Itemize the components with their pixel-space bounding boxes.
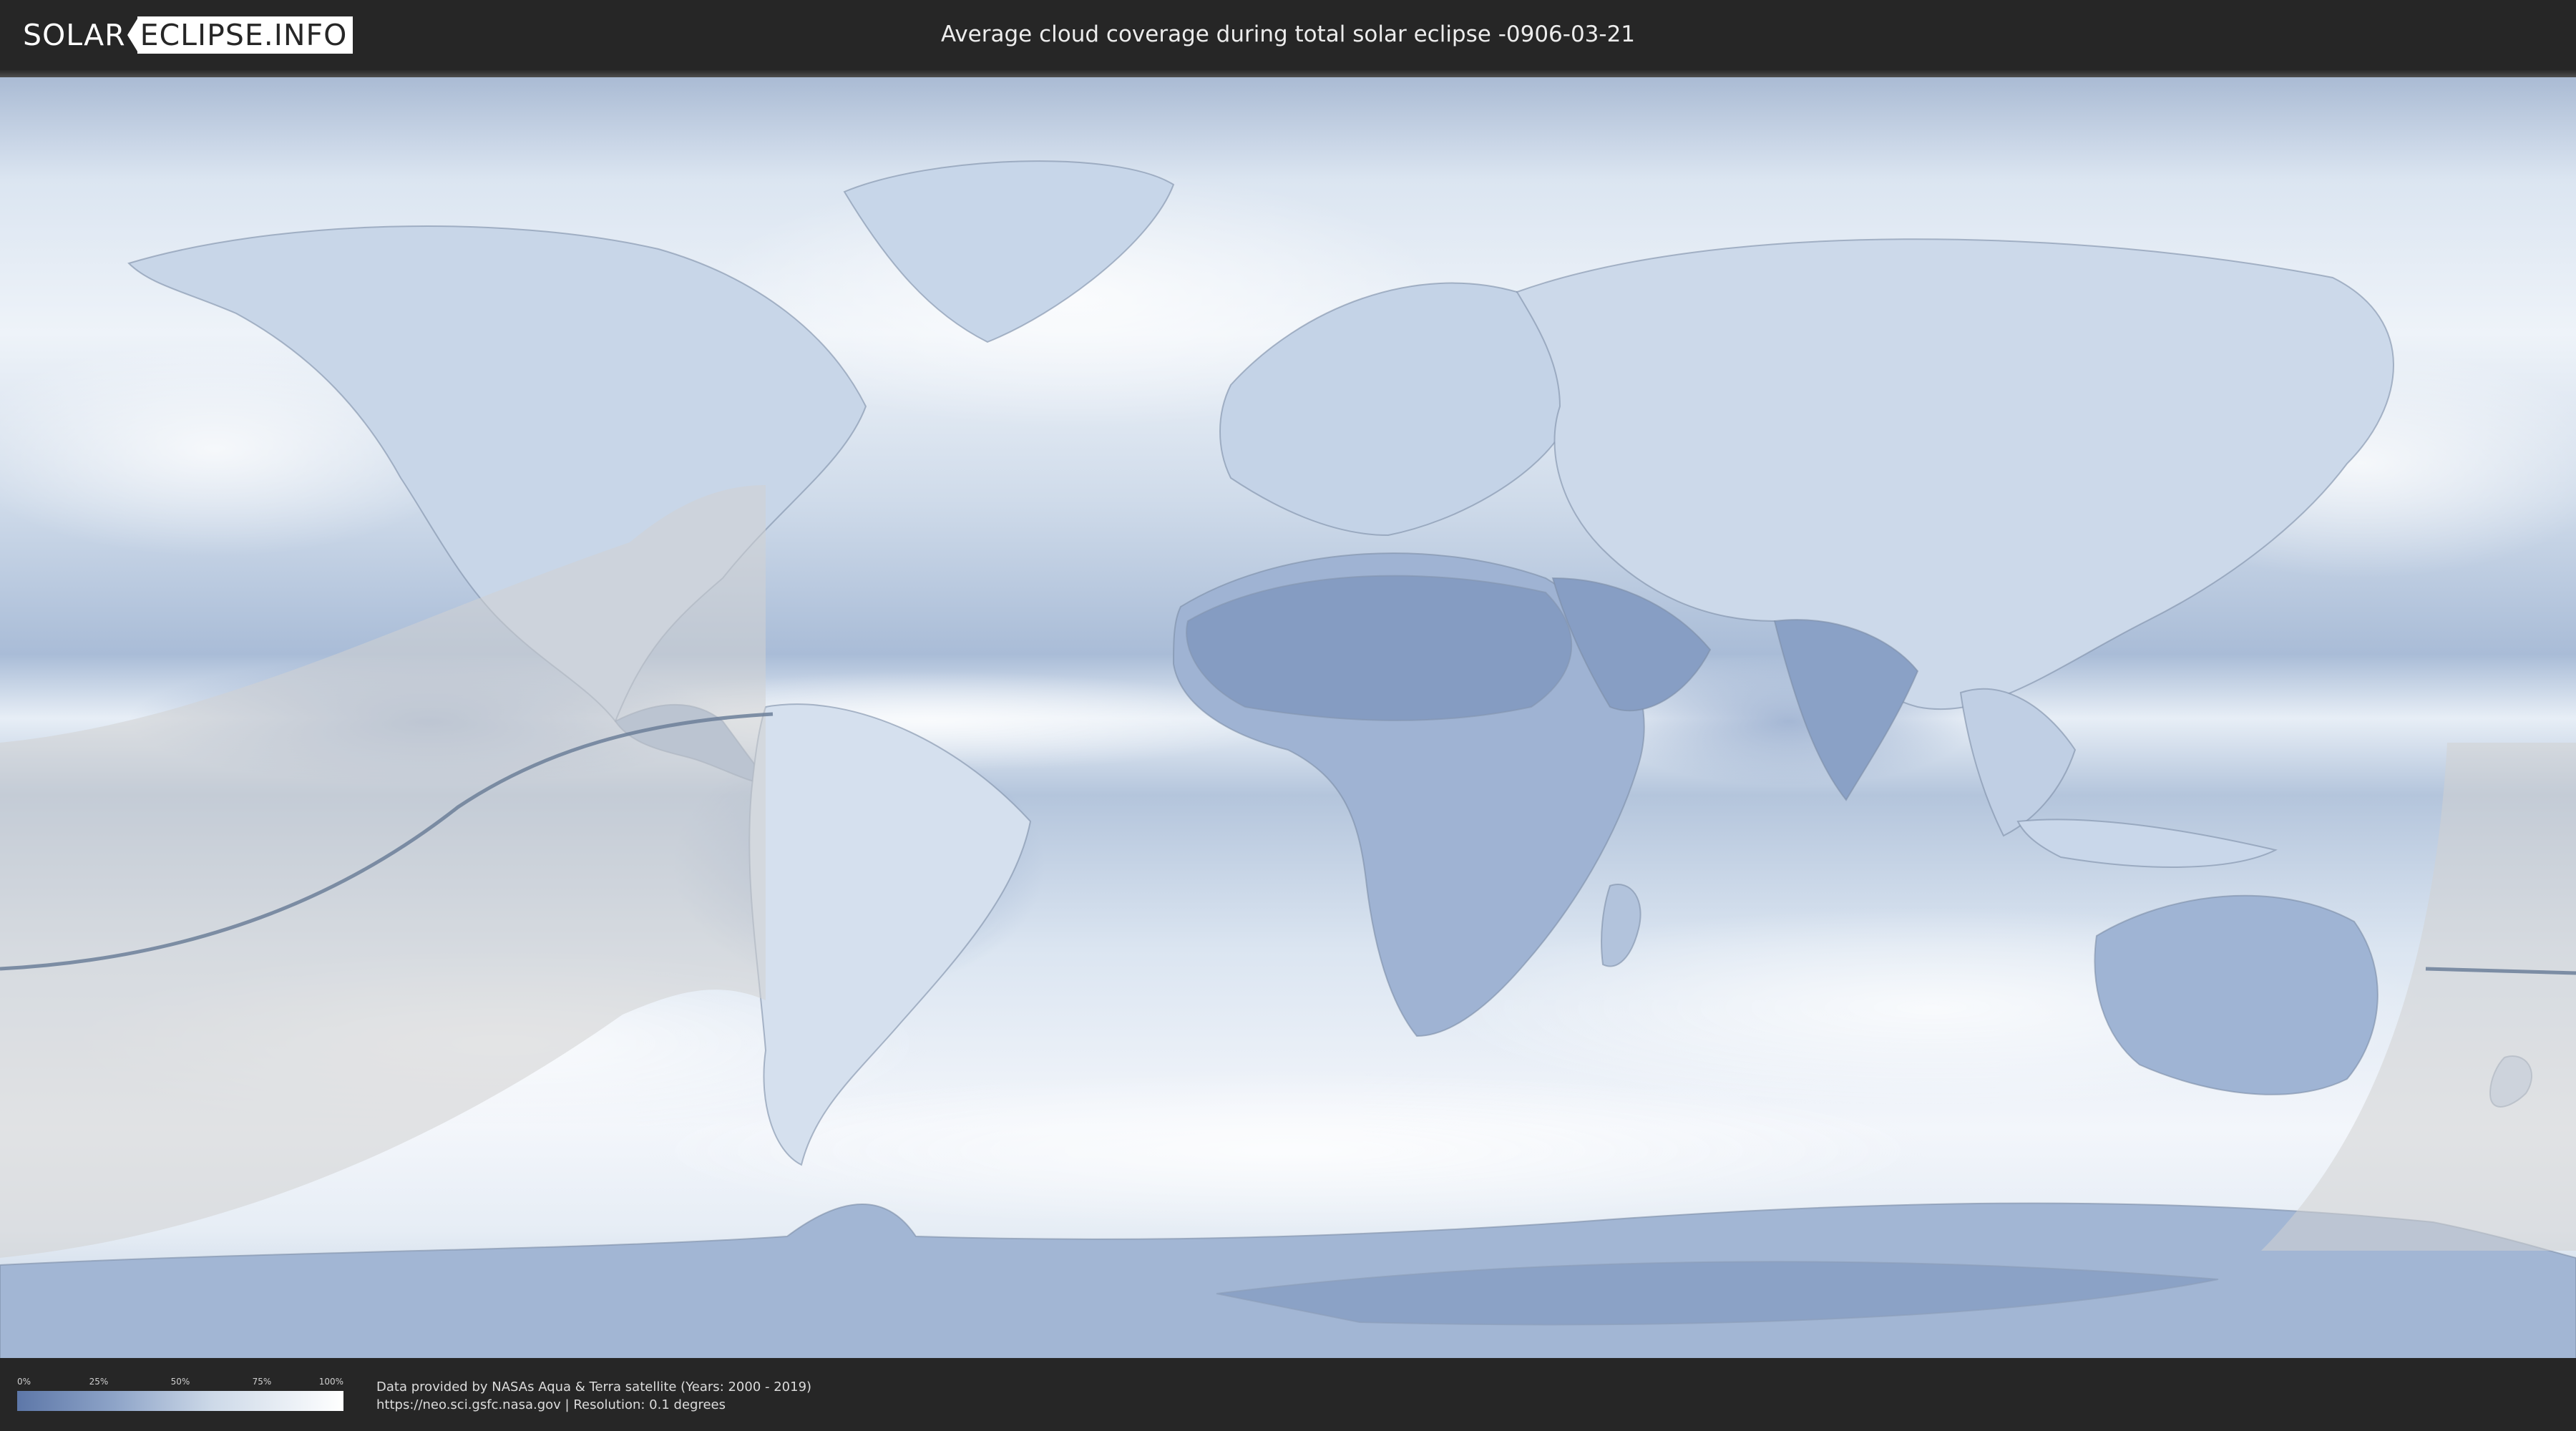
credits-source-line: Data provided by NASAs Aqua & Terra sate…	[376, 1379, 812, 1395]
sahara-region	[1186, 575, 1573, 721]
legend-tick-0: 0%	[17, 1377, 31, 1387]
data-credits: Data provided by NASAs Aqua & Terra sate…	[376, 1378, 811, 1414]
legend-tick-row: 0% 25% 50% 75% 100%	[17, 1377, 343, 1391]
page-title: Average cloud coverage during total sola…	[940, 21, 1636, 47]
legend-tick-100: 100%	[318, 1377, 343, 1387]
credits-url-line[interactable]: https://neo.sci.gsfc.nasa.gov | Resoluti…	[376, 1396, 811, 1414]
legend-tick-25: 25%	[89, 1377, 109, 1387]
legend-tick-75: 75%	[252, 1377, 272, 1387]
cloud-coverage-map[interactable]	[0, 77, 2576, 1359]
world-map-svg	[0, 77, 2576, 1359]
legend-tick-50: 50%	[170, 1377, 190, 1387]
cloud-coverage-legend: 0% 25% 50% 75% 100%	[17, 1377, 343, 1411]
legend-color-bar	[17, 1391, 343, 1411]
header-bar: SOLAR ECLIPSE.INFO Average cloud coverag…	[0, 0, 2576, 70]
